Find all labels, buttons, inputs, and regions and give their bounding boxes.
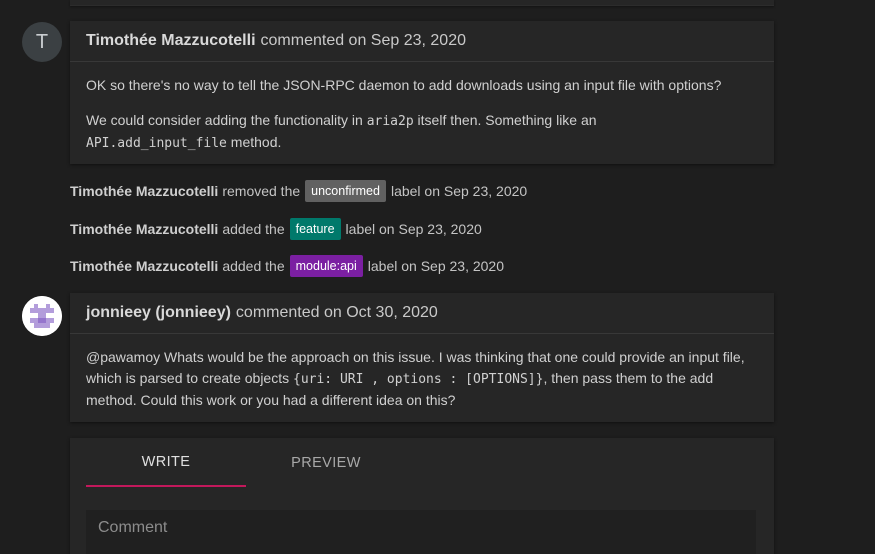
comment-editor: WRITE PREVIEW xyxy=(70,438,774,554)
comment-input[interactable] xyxy=(86,510,756,554)
comment-header: Timothée Mazzucotelli commented on Sep 2… xyxy=(70,21,774,62)
comment-card: Timothée Mazzucotelli commented on Sep 2… xyxy=(70,21,774,164)
timeline-event: Timothée Mazzucotelli added the module:a… xyxy=(70,254,504,278)
timeline-event: Timothée Mazzucotelli removed the unconf… xyxy=(70,179,527,203)
editor-tabs: WRITE PREVIEW xyxy=(86,438,406,487)
avatar-letter: T xyxy=(35,30,49,53)
text-span: itself then. Something like an xyxy=(413,111,597,128)
label-badge[interactable]: module:api xyxy=(289,255,363,277)
comment-card: jonnieey (jonnieey) commented on Oct 30,… xyxy=(70,293,774,422)
event-verb: added the xyxy=(222,221,285,237)
inline-code: {uri: URI , options : [OPTIONS]} xyxy=(293,371,544,387)
tab-write[interactable]: WRITE xyxy=(86,438,246,487)
event-author[interactable]: Timothée Mazzucotelli xyxy=(70,258,218,274)
comment-paragraph: @pawamoy Whats would be the approach on … xyxy=(86,347,758,411)
identicon-icon xyxy=(22,296,62,336)
event-suffix: label on Sep 23, 2020 xyxy=(345,221,482,237)
event-verb: removed the xyxy=(222,183,301,199)
comment-timestamp: commented on Sep 23, 2020 xyxy=(260,32,466,49)
event-verb: added the xyxy=(222,258,285,274)
previous-comment-card xyxy=(70,0,774,6)
event-suffix: label on Sep 23, 2020 xyxy=(367,258,505,274)
comment-author[interactable]: Timothée Mazzucotelli xyxy=(86,32,256,50)
comment-timestamp: commented on Oct 30, 2020 xyxy=(235,304,438,321)
avatar[interactable]: T xyxy=(22,22,62,62)
label-badge[interactable]: unconfirmed xyxy=(305,180,386,202)
comment-paragraph: OK so there's no way to tell the JSON-RP… xyxy=(86,77,722,93)
comment-paragraph: We could consider adding the functionali… xyxy=(86,110,758,155)
comment-body: OK so there's no way to tell the JSON-RP… xyxy=(70,62,774,155)
label-badge[interactable]: feature xyxy=(289,218,341,240)
comment-header: jonnieey (jonnieey) commented on Oct 30,… xyxy=(70,293,774,334)
event-author[interactable]: Timothée Mazzucotelli xyxy=(70,221,218,237)
comment-author[interactable]: jonnieey (jonnieey) xyxy=(86,304,231,322)
text-span: We could consider adding the functionali… xyxy=(86,111,367,128)
event-author[interactable]: Timothée Mazzucotelli xyxy=(70,183,218,199)
timeline-event: Timothée Mazzucotelli added the feature … xyxy=(70,217,482,241)
inline-code: aria2p xyxy=(366,113,414,129)
text-span: method. xyxy=(226,134,282,150)
comment-body: @pawamoy Whats would be the approach on … xyxy=(70,334,774,411)
inline-code: API.add_input_file xyxy=(86,136,227,151)
avatar[interactable] xyxy=(22,296,62,336)
event-suffix: label on Sep 23, 2020 xyxy=(390,183,528,199)
tab-preview[interactable]: PREVIEW xyxy=(246,438,406,487)
